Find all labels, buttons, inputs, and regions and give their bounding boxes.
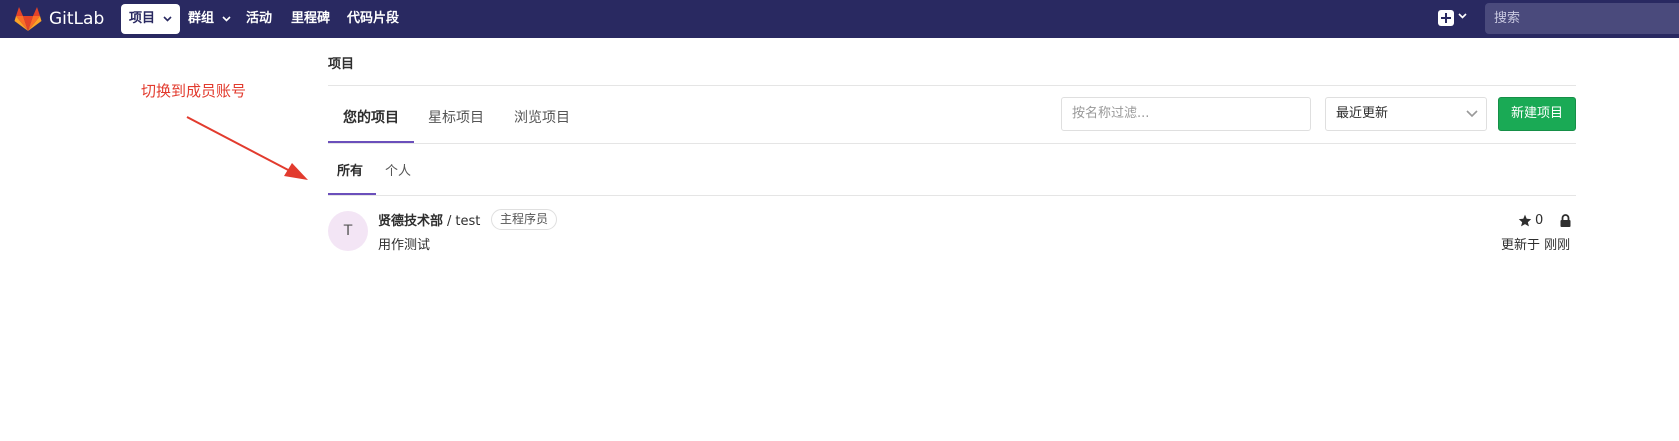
star-icon[interactable] <box>1518 214 1532 227</box>
nav-projects[interactable]: 项目 <box>121 4 180 34</box>
project-separator: / <box>447 214 452 229</box>
tab-your-projects[interactable]: 您的项目 <box>343 107 399 127</box>
filter-input[interactable]: 按名称过滤... <box>1061 97 1311 131</box>
star-count[interactable]: 0 <box>1535 213 1543 228</box>
tab-explore-projects[interactable]: 浏览项目 <box>514 107 570 127</box>
divider <box>328 85 1576 86</box>
nav-snippets[interactable]: 代码片段 <box>347 4 399 34</box>
annotation-arrow-icon <box>186 116 308 180</box>
project-title-link[interactable]: 贤德技术部 / test <box>378 210 480 229</box>
lock-icon <box>1560 214 1571 227</box>
new-project-button[interactable]: 新建项目 <box>1498 97 1576 131</box>
nav-milestones[interactable]: 里程碑 <box>291 4 330 34</box>
divider <box>328 143 1576 144</box>
subtab-personal[interactable]: 个人 <box>385 160 411 179</box>
project-name: test <box>455 214 481 229</box>
nav-groups[interactable]: 群组 <box>188 4 231 34</box>
updated-time: 更新于 刚刚 <box>1501 238 1571 253</box>
chevron-down-icon[interactable] <box>1458 13 1467 19</box>
plus-square-icon[interactable] <box>1438 10 1454 26</box>
project-namespace: 贤德技术部 <box>378 214 444 229</box>
sort-selected-label: 最近更新 <box>1336 106 1389 121</box>
nav-groups-label: 群组 <box>188 11 215 26</box>
top-navbar: GitLab 项目 群组 活动 里程碑 代码片段 搜索 <box>0 0 1679 38</box>
chevron-down-icon <box>1466 110 1478 118</box>
sort-dropdown[interactable]: 最近更新 <box>1325 97 1487 131</box>
subtab-all[interactable]: 所有 <box>337 160 363 179</box>
brand-name[interactable]: GitLab <box>49 8 104 30</box>
divider <box>328 195 1576 196</box>
project-description: 用作测试 <box>378 238 431 253</box>
annotation-text: 切换到成员账号 <box>141 82 247 100</box>
nav-projects-label: 项目 <box>129 11 156 26</box>
breadcrumb[interactable]: 项目 <box>328 53 354 72</box>
project-avatar[interactable]: T <box>328 211 368 251</box>
gitlab-logo[interactable] <box>14 6 42 32</box>
role-badge: 主程序员 <box>491 209 558 230</box>
tab-starred-projects[interactable]: 星标项目 <box>428 107 484 127</box>
search-input[interactable]: 搜索 <box>1485 3 1679 34</box>
nav-activity[interactable]: 活动 <box>246 4 272 34</box>
chevron-down-icon <box>162 15 172 22</box>
chevron-down-icon <box>221 15 231 22</box>
